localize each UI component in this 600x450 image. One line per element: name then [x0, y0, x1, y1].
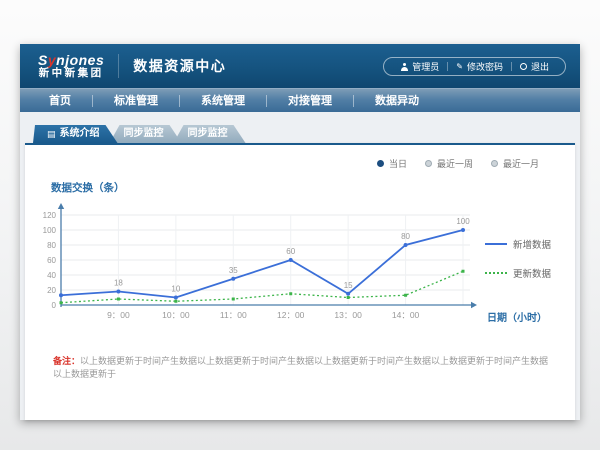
data-point-label: 60	[286, 247, 295, 256]
data-point	[117, 298, 120, 301]
tab-bar: ▤ 系统介绍 同步监控 同步监控	[33, 125, 575, 143]
radio-icon	[425, 160, 432, 167]
data-point-label: 100	[456, 217, 470, 226]
y-tick-label: 60	[47, 256, 56, 265]
radio-icon	[491, 160, 498, 167]
data-point	[174, 300, 177, 303]
filter-label: 当日	[389, 157, 407, 170]
data-point	[404, 243, 408, 247]
app-header: Synjones 新中新集团 数据资源中心 管理员 ✎ 修改密码 退出	[20, 44, 580, 88]
y-tick-label: 100	[43, 226, 57, 235]
data-point	[404, 294, 407, 297]
chart-container: 0 20 40 60 80 100 120 9：00 10：00 11：00 12：00 13：00 1…	[35, 199, 565, 331]
main-nav: 首页 标准管理 系统管理 对接管理 数据异动	[20, 88, 580, 112]
data-point	[231, 277, 235, 281]
filter-last-month[interactable]: 最近一月	[491, 157, 539, 170]
legend-entry-updated-data: 更新数据	[485, 266, 563, 280]
y-tick-label: 80	[47, 241, 56, 250]
tab-label: 同步监控	[188, 125, 228, 143]
tab-label: 同步监控	[124, 125, 164, 143]
change-password-label: 修改密码	[467, 60, 503, 73]
data-point	[174, 296, 178, 300]
legend-label: 更新数据	[513, 266, 551, 280]
x-tick-label: 12：00	[277, 310, 305, 320]
data-point	[346, 292, 350, 296]
radio-icon	[377, 160, 384, 167]
chart-panel: 当日 最近一周 最近一月 数据交换（条） 0 20 40 60 80 100 120 9：00…	[25, 143, 575, 420]
x-axis-arrow	[471, 302, 477, 308]
tab-sync-monitor-1[interactable]: 同步监控	[110, 125, 182, 143]
user-menu-button[interactable]: 管理员	[392, 60, 447, 73]
filter-today[interactable]: 当日	[377, 157, 407, 170]
data-point-label: 18	[114, 279, 123, 288]
data-point-label: 15	[344, 281, 353, 290]
logout-label: 退出	[531, 60, 549, 73]
nav-item-data-change[interactable]: 数据异动	[354, 89, 440, 113]
page-title: 数据资源中心	[133, 56, 226, 76]
legend-line-sample	[485, 243, 507, 245]
data-point	[289, 258, 293, 262]
data-point-label: 80	[401, 232, 410, 241]
logo-company-name: 新中新集团	[38, 68, 104, 79]
footnote-text: 以上数据更新于时间产生数据以上数据更新于时间产生数据以上数据更新于时间产生数据以…	[53, 356, 548, 379]
tab-system-intro[interactable]: ▤ 系统介绍	[33, 125, 118, 143]
power-icon	[520, 63, 527, 70]
data-point	[60, 301, 63, 304]
x-tick-label: 13：00	[334, 310, 362, 320]
tab-sync-monitor-2[interactable]: 同步监控	[174, 125, 246, 143]
change-password-button[interactable]: ✎ 修改密码	[448, 60, 511, 73]
y-tick-label: 120	[43, 211, 57, 220]
filter-label: 最近一月	[503, 157, 539, 170]
legend-line-sample	[485, 272, 507, 274]
footnote-prefix: 备注：	[53, 356, 80, 366]
user-icon	[400, 63, 408, 71]
data-point	[289, 292, 292, 295]
app-window: Synjones 新中新集团 数据资源中心 管理员 ✎ 修改密码 退出 首页 标…	[20, 44, 580, 420]
x-tick-label: 10：00	[162, 310, 190, 320]
legend-label: 新增数据	[513, 237, 551, 251]
data-point	[461, 228, 465, 232]
x-axis-title: 日期（小时）	[487, 309, 547, 324]
company-logo: Synjones 新中新集团	[20, 53, 104, 80]
edit-icon: ✎	[456, 63, 463, 71]
nav-item-standard-mgmt[interactable]: 标准管理	[93, 89, 179, 113]
data-point	[59, 293, 63, 297]
header-divider	[118, 54, 119, 78]
y-axis-arrow	[58, 203, 64, 209]
document-icon: ▤	[47, 130, 56, 139]
y-tick-label: 0	[52, 301, 57, 310]
data-point	[232, 298, 235, 301]
y-axis-title: 数据交换（条）	[51, 180, 565, 195]
x-tick-label: 9：00	[107, 310, 130, 320]
data-point-label: 10	[171, 285, 180, 294]
data-point	[347, 296, 350, 299]
y-tick-label: 20	[47, 286, 56, 295]
data-point-label: 35	[229, 266, 238, 275]
nav-item-interface-mgmt[interactable]: 对接管理	[267, 89, 353, 113]
x-tick-label: 14：00	[392, 310, 420, 320]
logout-button[interactable]: 退出	[512, 60, 557, 73]
x-tick-label: 11：00	[220, 310, 247, 320]
content-area: ▤ 系统介绍 同步监控 同步监控 当日 最近一周	[20, 125, 580, 433]
tab-label: 系统介绍	[60, 125, 100, 143]
data-point	[462, 270, 465, 273]
filter-label: 最近一周	[437, 157, 473, 170]
y-tick-label: 40	[47, 271, 56, 280]
data-point	[116, 290, 120, 294]
nav-item-system-mgmt[interactable]: 系统管理	[180, 89, 266, 113]
footnote: 备注：以上数据更新于时间产生数据以上数据更新于时间产生数据以上数据更新于时间产生…	[53, 355, 565, 380]
user-toolbar: 管理员 ✎ 修改密码 退出	[383, 57, 566, 76]
data-exchange-line-chart: 0 20 40 60 80 100 120 9：00 10：00 11：00 12：00 13：00 1…	[35, 199, 481, 331]
logo-wordmark: Synjones	[38, 53, 104, 68]
time-range-filters: 当日 最近一周 最近一月	[35, 145, 565, 170]
filter-last-week[interactable]: 最近一周	[425, 157, 473, 170]
user-name-label: 管理员	[412, 60, 439, 73]
nav-item-home[interactable]: 首页	[28, 89, 92, 113]
legend-entry-new-data: 新增数据	[485, 237, 563, 251]
